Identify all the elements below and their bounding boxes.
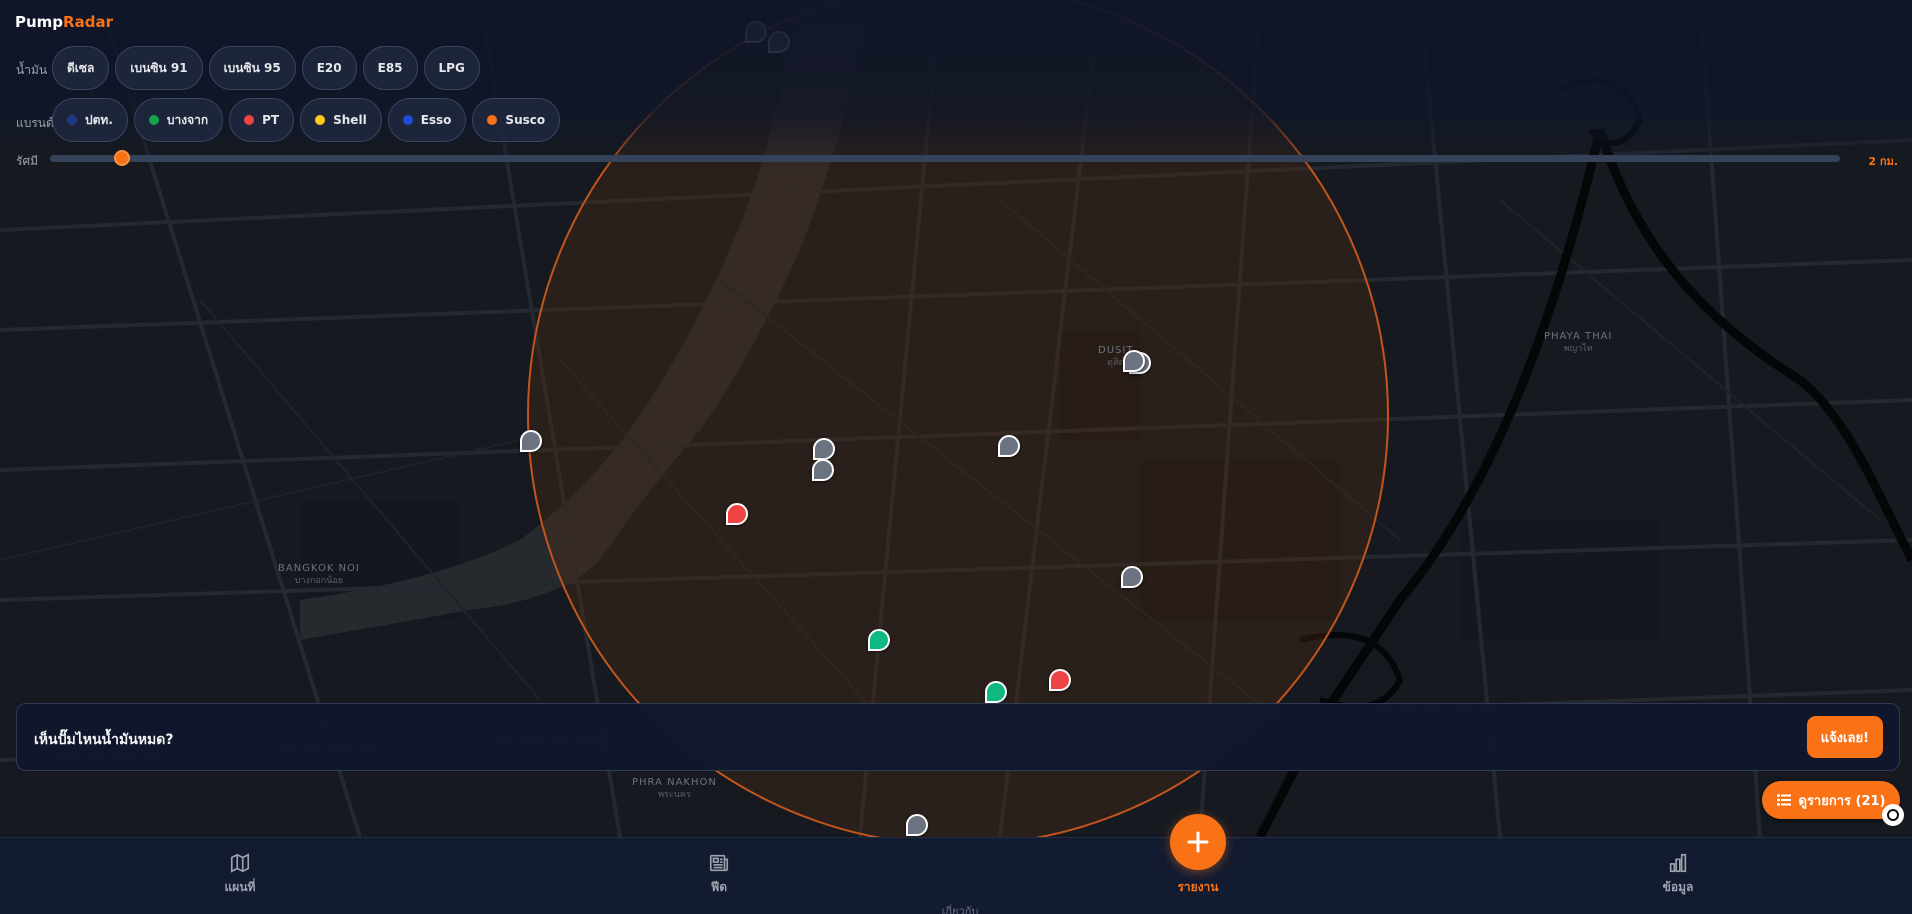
newspaper-icon <box>709 854 729 872</box>
fuel-filter-chips: ดีเซล เบนซิน 91 เบนซิน 95 E20 E85 LPG <box>52 46 480 90</box>
brand-color-dot <box>487 115 498 125</box>
brand-color-dot <box>244 115 255 125</box>
fuel-chip-e20[interactable]: E20 <box>301 46 357 90</box>
brand-filter-label: แบรนด์ <box>16 116 54 130</box>
station-pin[interactable] <box>1123 350 1145 372</box>
bar-chart-icon <box>1669 853 1687 873</box>
brand-color-dot <box>67 115 77 125</box>
station-pin[interactable] <box>998 435 1020 457</box>
station-pin[interactable] <box>868 629 890 651</box>
map-label-phaya-thai: PHAYA THAI พญาไท <box>1544 331 1613 354</box>
map-label-bangkok-noi: BANGKOK NOI บางกอกน้อย <box>278 563 360 586</box>
nav-report[interactable]: รายงาน <box>1138 814 1258 897</box>
app-root: DUSIT ดุสิต BANGKOK NOI บางกอกน้อย PHAYA T… <box>0 0 1912 914</box>
brand-color-dot <box>148 115 159 125</box>
fuel-filter-label: น้ำมัน <box>16 63 48 77</box>
brand-filter-chips: ปตท. บางจาก PT Shell Esso Susco <box>52 98 561 142</box>
brand-chip-susco[interactable]: Susco <box>472 98 561 142</box>
map-label-phra-nakhon: PHRA NAKHON พระนคร <box>632 777 717 800</box>
report-fab-button[interactable] <box>1170 814 1226 870</box>
nav-data[interactable]: ข้อมูล <box>1618 852 1738 897</box>
report-prompt-bar: เห็นปั๊มไหนน้ำมันหมด? แจ้งเลย! <box>16 703 1900 771</box>
radius-slider-track[interactable] <box>50 155 1840 162</box>
nav-feed[interactable]: ฟีด <box>659 852 779 897</box>
fuel-chip-benzin-91[interactable]: เบนซิน 91 <box>115 46 203 90</box>
brand-chip-bangchak[interactable]: บางจาก <box>133 98 224 142</box>
radius-slider-thumb[interactable] <box>113 150 130 166</box>
radius-value: 2 กม. <box>1868 155 1898 168</box>
brand-color-dot <box>315 115 326 125</box>
station-pin[interactable] <box>520 430 542 452</box>
brand-chip-ptt[interactable]: ปตท. <box>52 98 128 142</box>
brand-chip-esso[interactable]: Esso <box>387 98 467 142</box>
brand-chip-pt[interactable]: PT <box>229 98 295 142</box>
app-logo: PumpRadar <box>15 13 113 31</box>
crosshair-icon <box>1887 809 1899 821</box>
report-now-button[interactable]: แจ้งเลย! <box>1806 716 1883 758</box>
map-icon <box>230 853 250 873</box>
plus-icon <box>1187 831 1209 853</box>
station-pin[interactable] <box>1049 669 1071 691</box>
view-list-button[interactable]: ดูรายการ (21) <box>1762 781 1900 819</box>
station-pin[interactable] <box>726 503 748 525</box>
report-prompt-text: เห็นปั๊มไหนน้ำมันหมด? <box>34 732 174 748</box>
about-link[interactable]: เกี่ยวกับ <box>920 902 1000 914</box>
fuel-chip-lpg[interactable]: LPG <box>423 46 480 90</box>
locate-me-button[interactable] <box>1882 804 1904 826</box>
station-pin[interactable] <box>906 814 928 836</box>
nav-map[interactable]: แผนที่ <box>180 852 300 897</box>
filter-panel: PumpRadar น้ำมัน ดีเซล เบนซิน 91 เบนซิน … <box>0 0 1912 170</box>
brand-chip-shell[interactable]: Shell <box>300 98 382 142</box>
station-pin[interactable] <box>985 681 1007 703</box>
station-pin[interactable] <box>812 459 834 481</box>
fuel-chip-diesel[interactable]: ดีเซล <box>52 46 110 90</box>
fuel-chip-e85[interactable]: E85 <box>362 46 418 90</box>
station-pin[interactable] <box>1121 566 1143 588</box>
brand-color-dot <box>402 115 413 125</box>
list-icon <box>1776 794 1791 806</box>
station-pin[interactable] <box>813 438 835 460</box>
fuel-chip-benzin-95[interactable]: เบนซิน 95 <box>208 46 296 90</box>
radius-label: รัศมี <box>16 154 38 168</box>
